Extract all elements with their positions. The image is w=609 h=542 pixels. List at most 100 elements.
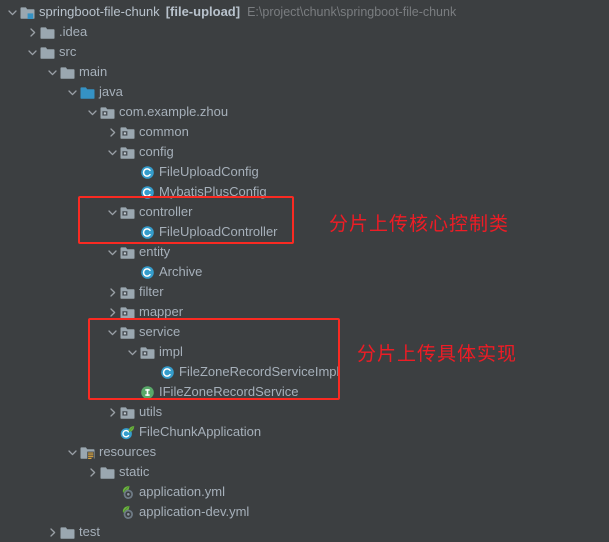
tree-row-fileuploadconfig[interactable]: FileUploadConfig — [0, 162, 259, 182]
tree-row-filter[interactable]: filter — [0, 282, 164, 302]
tree-row-label: FileZoneRecordServiceImpl — [179, 364, 340, 379]
folder-icon — [39, 24, 56, 40]
tree-row-label: test — [79, 524, 100, 539]
chevron-down-icon[interactable] — [46, 62, 59, 82]
folder-icon — [39, 44, 56, 60]
class-icon — [139, 164, 156, 180]
chevron-down-icon[interactable] — [106, 322, 119, 342]
tree-row-label: service — [139, 324, 181, 339]
folder-icon — [99, 464, 116, 480]
chevron-down-icon[interactable] — [66, 442, 79, 462]
package-icon — [119, 324, 136, 340]
tree-row-src[interactable]: src — [0, 42, 76, 62]
tree-row-config[interactable]: config — [0, 142, 174, 162]
tree-row-impl[interactable]: impl — [0, 342, 183, 362]
spring-class-icon — [119, 424, 136, 440]
class-icon — [139, 184, 156, 200]
tree-row-fileuploadcontroller[interactable]: FileUploadController — [0, 222, 278, 242]
spring-yml-icon — [119, 484, 136, 500]
chevron-down-icon[interactable] — [106, 202, 119, 222]
tree-row-ifilezonerecordservice[interactable]: IFileZoneRecordService — [0, 382, 298, 402]
tree-row-filechunkapplication[interactable]: FileChunkApplication — [0, 422, 261, 442]
source-folder-icon — [79, 84, 96, 100]
class-icon — [139, 264, 156, 280]
class-icon — [139, 224, 156, 240]
folder-icon — [59, 64, 76, 80]
tree-row-application-dev-yml[interactable]: application-dev.yml — [0, 502, 249, 522]
folder-icon — [59, 524, 76, 540]
tree-row-utils[interactable]: utils — [0, 402, 162, 422]
annotation-text: 分片上传具体实现 — [357, 343, 518, 365]
tree-row-label: MybatisPlusConfig — [159, 184, 267, 199]
chevron-right-icon[interactable] — [106, 402, 119, 422]
tree-row-label: entity — [139, 244, 171, 259]
tree-row-controller[interactable]: controller — [0, 202, 192, 222]
chevron-down-icon[interactable] — [126, 342, 139, 362]
tree-row-static[interactable]: static — [0, 462, 149, 482]
package-icon — [119, 404, 136, 420]
tree-row-label: java — [99, 84, 123, 99]
tree-row-com-example-zhou[interactable]: com.example.zhou — [0, 102, 228, 122]
project-path: E:\project\chunk\springboot-file-chunk — [247, 4, 457, 19]
tree-row-label: resources — [99, 444, 157, 459]
tree-row-label: .idea — [59, 24, 88, 39]
tree-row-label: config — [139, 144, 174, 159]
tree-row-application-yml[interactable]: application.yml — [0, 482, 225, 502]
interface-icon — [139, 384, 156, 400]
package-icon — [99, 104, 116, 120]
tree-row-springboot-file-chunk[interactable]: springboot-file-chunk [file-upload] E:\pro… — [0, 2, 456, 22]
tree-row-main[interactable]: main — [0, 62, 107, 82]
tree-row-label: main — [79, 64, 108, 79]
project-tree[interactable]: springboot-file-chunk [file-upload] E:\pro… — [0, 0, 609, 539]
tree-row-label: FileChunkApplication — [139, 424, 262, 439]
tree-row-entity[interactable]: entity — [0, 242, 170, 262]
tree-row-label: springboot-file-chunk — [39, 4, 160, 19]
tree-row-archive[interactable]: Archive — [0, 262, 202, 282]
package-icon — [119, 304, 136, 320]
tree-row-label: common — [139, 124, 189, 139]
package-icon — [119, 284, 136, 300]
tree-row-service[interactable]: service — [0, 322, 180, 342]
tree-row-common[interactable]: common — [0, 122, 189, 142]
chevron-down-icon[interactable] — [66, 82, 79, 102]
chevron-right-icon[interactable] — [46, 522, 59, 542]
tree-row-label: impl — [159, 344, 183, 359]
tree-row-mapper[interactable]: mapper — [0, 302, 183, 322]
chevron-down-icon[interactable] — [6, 2, 19, 22]
tree-row-label: static — [119, 464, 150, 479]
chevron-right-icon[interactable] — [106, 302, 119, 322]
tree-row-label: mapper — [139, 304, 184, 319]
chevron-right-icon[interactable] — [106, 122, 119, 142]
tree-row-filezonerecordserviceimpl[interactable]: FileZoneRecordServiceImpl — [0, 362, 339, 382]
tree-row-label: src — [59, 44, 77, 59]
chevron-down-icon[interactable] — [26, 42, 39, 62]
chevron-right-icon[interactable] — [106, 282, 119, 302]
package-icon — [119, 124, 136, 140]
module-folder-icon — [19, 4, 36, 20]
tree-row-label: Archive — [159, 264, 203, 279]
tree-row-test[interactable]: test — [0, 522, 100, 542]
package-icon — [119, 204, 136, 220]
package-icon — [119, 144, 136, 160]
chevron-down-icon[interactable] — [106, 142, 119, 162]
tree-row-label: com.example.zhou — [119, 104, 229, 119]
package-icon — [119, 244, 136, 260]
tree-row-label: FileUploadController — [159, 224, 278, 239]
tree-row-label: filter — [139, 284, 164, 299]
tree-row-label: application-dev.yml — [139, 504, 250, 519]
tree-row-java[interactable]: java — [0, 82, 123, 102]
chevron-down-icon[interactable] — [86, 102, 99, 122]
chevron-down-icon[interactable] — [106, 242, 119, 262]
tree-row-resources[interactable]: resources — [0, 442, 156, 462]
class-icon — [159, 364, 176, 380]
tree-row-label: utils — [139, 404, 163, 419]
package-icon — [139, 344, 156, 360]
chevron-right-icon[interactable] — [86, 462, 99, 482]
tree-row-mybatisplusconfig[interactable]: MybatisPlusConfig — [0, 182, 267, 202]
tree-row--idea[interactable]: .idea — [0, 22, 87, 42]
tree-row-label: IFileZoneRecordService — [159, 384, 299, 399]
chevron-right-icon[interactable] — [26, 22, 39, 42]
spring-yml-icon — [119, 504, 136, 520]
tree-row-label: FileUploadConfig — [159, 164, 259, 179]
tree-row-label: application.yml — [139, 484, 225, 499]
